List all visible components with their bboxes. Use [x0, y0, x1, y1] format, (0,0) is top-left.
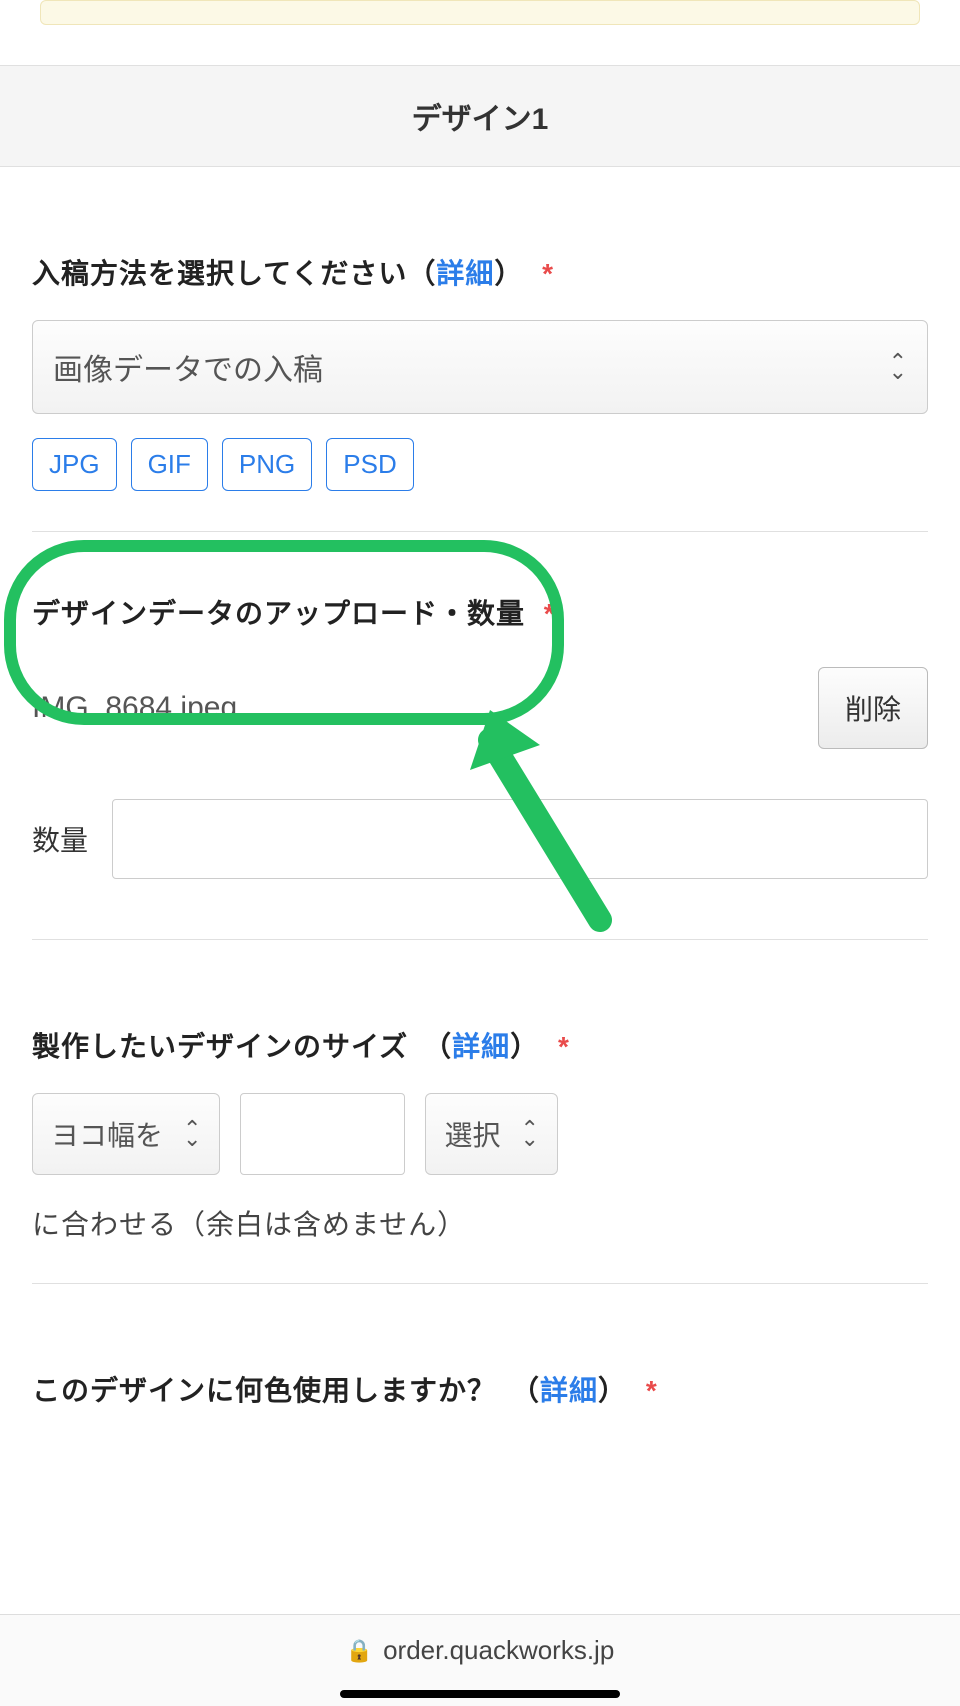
label-text-suffix: ）: [494, 258, 523, 289]
quantity-input[interactable]: [112, 799, 928, 879]
lock-icon: 🔒: [346, 1638, 373, 1664]
unit-select[interactable]: 選択 ⌃⌄: [425, 1093, 557, 1175]
detail-link[interactable]: 詳細: [452, 1031, 510, 1062]
group-size: 製作したいデザインのサイズ （詳細） * ヨコ幅を ⌃⌄ 選択 ⌃⌄ に合わせる…: [32, 940, 928, 1284]
notice-banner: [40, 0, 920, 25]
tag-psd: PSD: [326, 438, 413, 491]
label-text-prefix: このデザインに何色使用しますか？ （: [32, 1375, 540, 1406]
chevron-updown-icon: ⌃⌄: [183, 1124, 201, 1144]
browser-bottom-bar: 🔒 order.quackworks.jp: [0, 1614, 960, 1706]
upload-label-text: デザインデータのアップロード・数量: [32, 598, 525, 629]
label-text-prefix: 製作したいデザインのサイズ （: [32, 1031, 452, 1062]
required-mark: *: [542, 258, 554, 289]
method-selected-value: 画像データでの入稿: [53, 345, 323, 389]
group-submission-method: 入稿方法を選択してください（詳細） * 画像データでの入稿 ⌃⌄ JPG GIF…: [32, 167, 928, 532]
uploaded-file-name: IMG_8684.jpeg: [32, 691, 237, 725]
label-text-prefix: 入稿方法を選択してください（: [32, 258, 436, 289]
size-controls: ヨコ幅を ⌃⌄ 選択 ⌃⌄: [32, 1093, 928, 1175]
detail-link[interactable]: 詳細: [436, 258, 494, 289]
tag-jpg: JPG: [32, 438, 117, 491]
dimension-value: ヨコ幅を: [51, 1114, 163, 1154]
chevron-updown-icon: ⌃⌄: [889, 357, 907, 377]
label-text-suffix: ）: [598, 1375, 627, 1406]
size-note: に合わせる（余白は含めません）: [32, 1203, 928, 1243]
delete-button[interactable]: 削除: [818, 667, 928, 749]
required-mark: *: [646, 1375, 658, 1406]
url-display[interactable]: 🔒 order.quackworks.jp: [346, 1635, 615, 1666]
tag-png: PNG: [222, 438, 312, 491]
home-indicator[interactable]: [340, 1690, 620, 1698]
quantity-row: 数量: [32, 799, 928, 879]
required-mark: *: [558, 1031, 570, 1062]
group-upload: デザインデータのアップロード・数量 * IMG_8684.jpeg 削除 数量: [32, 532, 928, 940]
method-select[interactable]: 画像データでの入稿 ⌃⌄: [32, 320, 928, 414]
format-tags: JPG GIF PNG PSD: [32, 438, 928, 491]
detail-link[interactable]: 詳細: [540, 1375, 598, 1406]
url-text: order.quackworks.jp: [383, 1635, 614, 1666]
dimension-select[interactable]: ヨコ幅を ⌃⌄: [32, 1093, 220, 1175]
required-mark: *: [544, 598, 556, 629]
section-title: デザイン1: [412, 103, 549, 136]
quantity-label: 数量: [32, 819, 88, 859]
method-label: 入稿方法を選択してください（詳細） *: [32, 252, 928, 292]
section-header: デザイン1: [0, 65, 960, 167]
colors-label: このデザインに何色使用しますか？ （詳細） *: [32, 1369, 928, 1409]
unit-value: 選択: [444, 1114, 500, 1154]
chevron-updown-icon: ⌃⌄: [520, 1124, 538, 1144]
file-row: IMG_8684.jpeg 削除: [32, 667, 928, 749]
size-value-input[interactable]: [240, 1093, 405, 1175]
label-text-suffix: ）: [510, 1031, 539, 1062]
upload-label: デザインデータのアップロード・数量 *: [32, 592, 928, 632]
tag-gif: GIF: [131, 438, 208, 491]
size-label: 製作したいデザインのサイズ （詳細） *: [32, 1025, 928, 1065]
group-colors: このデザインに何色使用しますか？ （詳細） *: [32, 1284, 928, 1409]
